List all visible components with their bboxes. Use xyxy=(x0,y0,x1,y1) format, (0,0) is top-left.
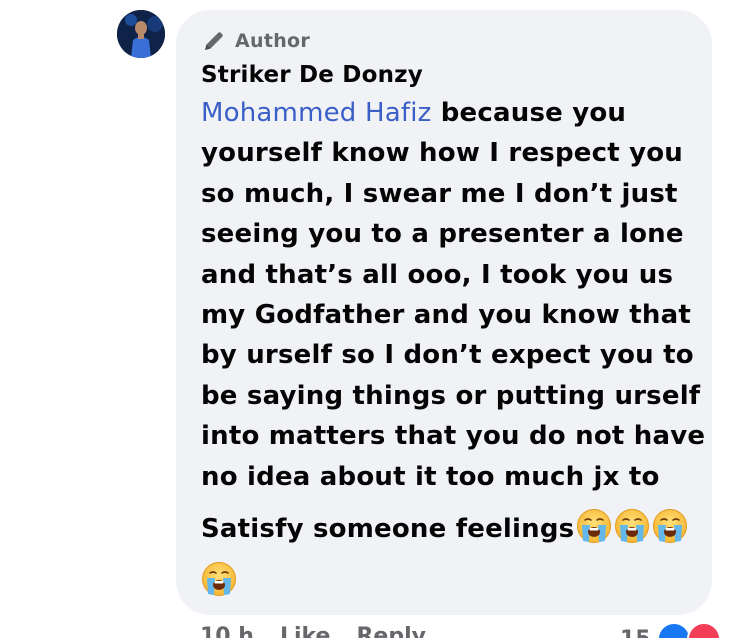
comment-line: yourself know how I respect you xyxy=(201,138,684,169)
comment-line: seeing you to a presenter a lone xyxy=(201,219,684,250)
loudly-crying-face-icon xyxy=(577,508,612,544)
comment-line: be saying things or putting urself xyxy=(201,380,701,411)
comment-line-text: Satisfy someone feelings xyxy=(201,514,575,545)
comment-author-name[interactable]: Striker De Donzy xyxy=(201,60,712,90)
comment-actions: 10 h Like Reply xyxy=(200,624,426,638)
comment-line: my Godfather and you know that xyxy=(201,300,691,331)
comment-line: so much, I swear me I don’t just xyxy=(201,178,678,209)
comment-bubble: Author Striker De Donzy Mohammed Hafiz b… xyxy=(176,10,712,615)
reaction-summary[interactable]: 15 xyxy=(620,622,721,638)
comment-line: and that’s all ooo, I took you us xyxy=(201,259,674,290)
comment-line xyxy=(201,561,701,602)
author-badge-label: Author xyxy=(235,30,311,52)
avatar[interactable] xyxy=(117,10,165,58)
author-badge: Author xyxy=(201,28,712,54)
comment-line: Satisfy someone feelings xyxy=(201,508,701,549)
avatar-image xyxy=(117,10,165,58)
comment-thread: Author Striker De Donzy Mohammed Hafiz b… xyxy=(0,0,750,638)
pencil-icon xyxy=(205,32,223,50)
comment-line: Mohammed Hafiz because you xyxy=(201,93,701,133)
mention-link[interactable]: Mohammed Hafiz xyxy=(201,98,431,128)
like-button[interactable]: Like xyxy=(280,624,331,638)
comment-line: into matters that you do not have xyxy=(201,421,706,452)
loudly-crying-face-icon xyxy=(201,562,237,597)
comment-text: Mohammed Hafiz because you yourself know… xyxy=(201,93,706,603)
comment-line: no idea about it too much jx to xyxy=(201,461,660,492)
loudly-crying-face-icon xyxy=(615,508,650,544)
loudly-crying-face-icon xyxy=(653,508,688,544)
reply-button[interactable]: Reply xyxy=(356,624,426,638)
like-reaction-icon xyxy=(656,622,691,638)
reaction-count: 15 xyxy=(620,627,651,638)
comment-line-text: because you xyxy=(431,98,627,128)
comment-line: by urself so I don’t expect you to xyxy=(201,340,694,371)
comment-timestamp[interactable]: 10 h xyxy=(200,624,254,638)
love-reaction-icon xyxy=(686,622,721,638)
